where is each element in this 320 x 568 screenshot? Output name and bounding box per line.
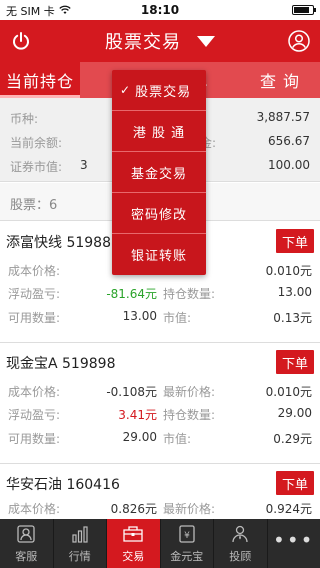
- latest-price-label: 最新价格:: [163, 502, 216, 516]
- tabbar-gold-yuanbao[interactable]: ¥ 金元宝: [161, 519, 214, 568]
- balance-label: 当前余额:: [10, 136, 63, 150]
- trade-icon: [122, 523, 144, 545]
- market-mid-value: 3: [80, 158, 88, 172]
- tabbar-label: 金元宝: [170, 550, 204, 563]
- tabbar-label: 交易: [122, 550, 145, 563]
- place-order-button[interactable]: 下单: [276, 229, 314, 253]
- page-title: 股票交易: [105, 32, 181, 53]
- pnl-label: 浮动盈亏:: [8, 287, 61, 301]
- tabbar-market[interactable]: 行情: [54, 519, 107, 568]
- holding-title: 添富快线 519888: [6, 235, 120, 251]
- holding-row: 可用数量: 29.00 市值: 0.29元: [0, 427, 320, 449]
- check-icon: ✓: [120, 83, 132, 97]
- market-value-label: 市值:: [163, 311, 192, 325]
- holding-row: 成本价格: 0.826元 最新价格: 0.924元: [0, 497, 320, 519]
- quantity-value: 13.00: [277, 285, 312, 299]
- market-value: 100.00: [268, 158, 310, 172]
- available-label: 可用数量:: [8, 311, 61, 325]
- menu-item-bank-transfer[interactable]: 银证转账: [112, 234, 206, 275]
- market-value-value: 0.29元: [273, 432, 312, 446]
- market-value-value: 0.13元: [273, 311, 312, 325]
- user-icon[interactable]: [286, 28, 312, 54]
- latest-price-value: 0.010元: [265, 385, 312, 399]
- holding-row: 可用数量: 13.00 市值: 0.13元: [0, 306, 320, 328]
- place-order-button[interactable]: 下单: [276, 350, 314, 374]
- place-order-button[interactable]: 下单: [276, 471, 314, 495]
- market-value-label: 市值:: [163, 432, 192, 446]
- gold-yuanbao-icon: ¥: [176, 523, 198, 545]
- available-value: 29.00: [122, 430, 157, 444]
- latest-price-value: 0.924元: [265, 502, 312, 516]
- status-bar: 无 SIM 卡 18:10: [0, 0, 320, 20]
- bottom-tab-bar: 客服 行情 交易 ¥ 金元宝 投顾 •••: [0, 519, 320, 568]
- holding-title: 华安石油 160416: [6, 477, 120, 493]
- dropdown-triangle-icon: [197, 35, 215, 47]
- market-chart-icon: [69, 523, 91, 545]
- pnl-label: 浮动盈亏:: [8, 408, 61, 422]
- stock-count-label: 股票：6: [10, 198, 58, 213]
- menu-item-stock-trade[interactable]: ✓ 股票交易: [112, 70, 206, 111]
- holding-card[interactable]: 现金宝A 519898 下单 成本价格: -0.108元 最新价格: 0.010…: [0, 343, 320, 464]
- tabbar-trade[interactable]: 交易: [107, 519, 161, 568]
- cost-price-value: 0.826元: [110, 502, 157, 516]
- cost-price-label: 成本价格:: [8, 385, 61, 399]
- cost-price-value: -0.108元: [106, 385, 157, 399]
- menu-item-label: 股票交易: [135, 84, 192, 100]
- advisor-icon: [229, 523, 251, 545]
- tabbar-more[interactable]: •••: [268, 519, 320, 568]
- menu-item-change-password[interactable]: 密码修改: [112, 193, 206, 234]
- cost-price-label: 成本价格:: [8, 264, 61, 278]
- customer-service-icon: [15, 523, 37, 545]
- tabbar-label: 行情: [68, 550, 91, 563]
- balance-value: 656.67: [268, 134, 310, 148]
- tabbar-advisor[interactable]: 投顾: [214, 519, 268, 568]
- quantity-label: 持仓数量:: [163, 287, 216, 301]
- available-label: 可用数量:: [8, 432, 61, 446]
- nav-bar: 股票交易: [0, 20, 320, 62]
- trade-type-dropdown: ✓ 股票交易 港 股 通 基金交易 密码修改 银证转账: [112, 70, 206, 275]
- battery-icon: [292, 5, 316, 15]
- status-time: 18:10: [140, 3, 180, 17]
- currency-label: 币种:: [10, 112, 39, 126]
- holding-row: 浮动盈亏: -81.64元 持仓数量: 13.00: [0, 282, 320, 304]
- svg-text:¥: ¥: [184, 531, 190, 541]
- menu-item-fund-trade[interactable]: 基金交易: [112, 152, 206, 193]
- cost-price-label: 成本价格:: [8, 502, 61, 516]
- pnl-value: 3.41元: [118, 408, 157, 422]
- currency-value: 3,887.57: [256, 110, 310, 124]
- tabbar-label: 客服: [15, 550, 38, 563]
- quantity-value: 29.00: [277, 406, 312, 420]
- menu-item-hk-connect[interactable]: 港 股 通: [112, 111, 206, 152]
- available-value: 13.00: [122, 309, 157, 323]
- holding-row: 成本价格: -0.108元 最新价格: 0.010元: [0, 380, 320, 402]
- latest-price-value: 0.010元: [265, 264, 312, 278]
- nav-title-dropdown[interactable]: 股票交易: [0, 20, 320, 62]
- latest-price-label: 最新价格:: [163, 385, 216, 399]
- holding-title: 现金宝A 519898: [6, 356, 116, 372]
- market-value-label: 证券市值:: [10, 160, 63, 174]
- more-icon: •••: [273, 528, 315, 552]
- tabbar-customer-service[interactable]: 客服: [0, 519, 54, 568]
- tab-query[interactable]: 查 询: [240, 62, 320, 98]
- holding-row: 浮动盈亏: 3.41元 持仓数量: 29.00: [0, 403, 320, 425]
- tabbar-label: 投顾: [229, 550, 252, 563]
- pnl-value: -81.64元: [106, 287, 157, 301]
- tab-current-holdings[interactable]: 当前持仓: [0, 62, 80, 98]
- quantity-label: 持仓数量:: [163, 408, 216, 422]
